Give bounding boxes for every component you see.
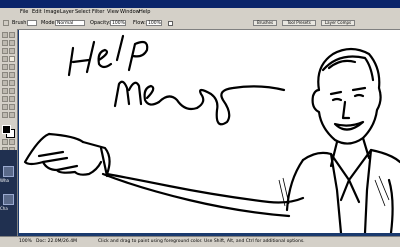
opacity-label: Opacity:: [90, 20, 111, 26]
document-canvas[interactable]: [19, 30, 400, 233]
chat-label: Cha: [0, 206, 8, 211]
arm-lower-outline: [101, 172, 291, 218]
chat-icon[interactable]: [3, 194, 14, 205]
letter-m: [113, 80, 143, 108]
menu-filter[interactable]: Filter: [92, 9, 104, 16]
hand-tool-icon[interactable]: [2, 112, 8, 118]
menu-edit[interactable]: Edit: [32, 9, 42, 16]
move-tool-icon[interactable]: [9, 32, 15, 38]
quick-mask-icon[interactable]: [9, 139, 15, 145]
slice-tool-icon[interactable]: [9, 48, 15, 54]
mouth: [333, 120, 365, 131]
history-brush-tool-icon[interactable]: [9, 64, 15, 70]
brush-tool-preset-icon[interactable]: [3, 20, 9, 26]
letter-h: [67, 40, 96, 77]
brush-label: Brush:: [12, 20, 29, 26]
nose: [341, 100, 351, 120]
pen-tool-icon[interactable]: [2, 96, 8, 102]
blur-tool-icon[interactable]: [2, 80, 8, 86]
mode-select[interactable]: Normal: [55, 20, 85, 26]
letter-p: [127, 40, 149, 72]
collar-outline: [301, 148, 400, 182]
lasso-tool-icon[interactable]: [2, 40, 8, 46]
type-tool-icon[interactable]: [9, 88, 15, 94]
status-hint: Click and drag to paint using foreground…: [98, 239, 305, 244]
tab-tool-presets[interactable]: Tool Presets: [282, 20, 316, 26]
menu-select[interactable]: Select: [75, 9, 90, 16]
options-bar: Brush: Mode: Normal Opacity: 100% Flow: …: [0, 17, 400, 30]
path-select-tool-icon[interactable]: [2, 88, 8, 94]
tie-outline: [339, 178, 361, 204]
finger-lines: [37, 150, 79, 172]
healing-tool-icon[interactable]: [2, 56, 8, 62]
menu-window[interactable]: Window: [120, 9, 140, 16]
menu-image[interactable]: Image: [44, 9, 60, 16]
app-icon[interactable]: [3, 166, 14, 177]
flow-field[interactable]: 100%: [146, 20, 162, 26]
notes-tool-icon[interactable]: [2, 104, 8, 110]
title-bar: [0, 0, 400, 8]
letter-e: [97, 48, 113, 69]
brush-tool-icon[interactable]: [9, 56, 15, 62]
eyebrows: [329, 86, 367, 96]
crop-tool-icon[interactable]: [2, 48, 8, 54]
magic-wand-tool-icon[interactable]: [9, 40, 15, 46]
app-label: Wha: [0, 178, 9, 183]
document-info[interactable]: Doc: 22.0M/26.4M: [36, 239, 77, 245]
airbrush-toggle[interactable]: [168, 21, 173, 26]
gradient-tool-icon[interactable]: [9, 72, 15, 78]
marquee-tool-icon[interactable]: [2, 32, 8, 38]
desktop-strip: Wha Cha: [0, 150, 17, 236]
menu-file[interactable]: File: [20, 9, 28, 16]
status-bar: 100% Doc: 22.0M/26.4M Click and drag to …: [0, 236, 400, 247]
eyedropper-tool-icon[interactable]: [9, 104, 15, 110]
letter-e2: [143, 84, 161, 106]
zoom-tool-icon[interactable]: [9, 112, 15, 118]
squiggle-line: [157, 85, 286, 126]
foreground-color-swatch[interactable]: [2, 125, 11, 134]
tab-layer-comps[interactable]: Layer Comps: [321, 20, 355, 26]
menu-layer[interactable]: Layer: [60, 9, 74, 16]
letter-l: [115, 34, 125, 62]
flow-label: Flow:: [133, 20, 146, 26]
menu-view[interactable]: View: [107, 9, 119, 16]
eyes: [331, 93, 365, 102]
shape-tool-icon[interactable]: [9, 96, 15, 102]
arm-upper-outline: [81, 140, 305, 204]
tab-brushes[interactable]: Brushes: [253, 20, 277, 26]
opacity-field[interactable]: 100%: [110, 20, 126, 26]
line-art-drawing: [23, 34, 400, 233]
eraser-tool-icon[interactable]: [2, 72, 8, 78]
brush-picker[interactable]: [27, 20, 37, 26]
standard-mode-icon[interactable]: [2, 139, 8, 145]
zoom-level[interactable]: 100%: [19, 239, 32, 245]
stamp-tool-icon[interactable]: [2, 64, 8, 70]
dodge-tool-icon[interactable]: [9, 80, 15, 86]
menu-help[interactable]: Help: [139, 9, 150, 16]
